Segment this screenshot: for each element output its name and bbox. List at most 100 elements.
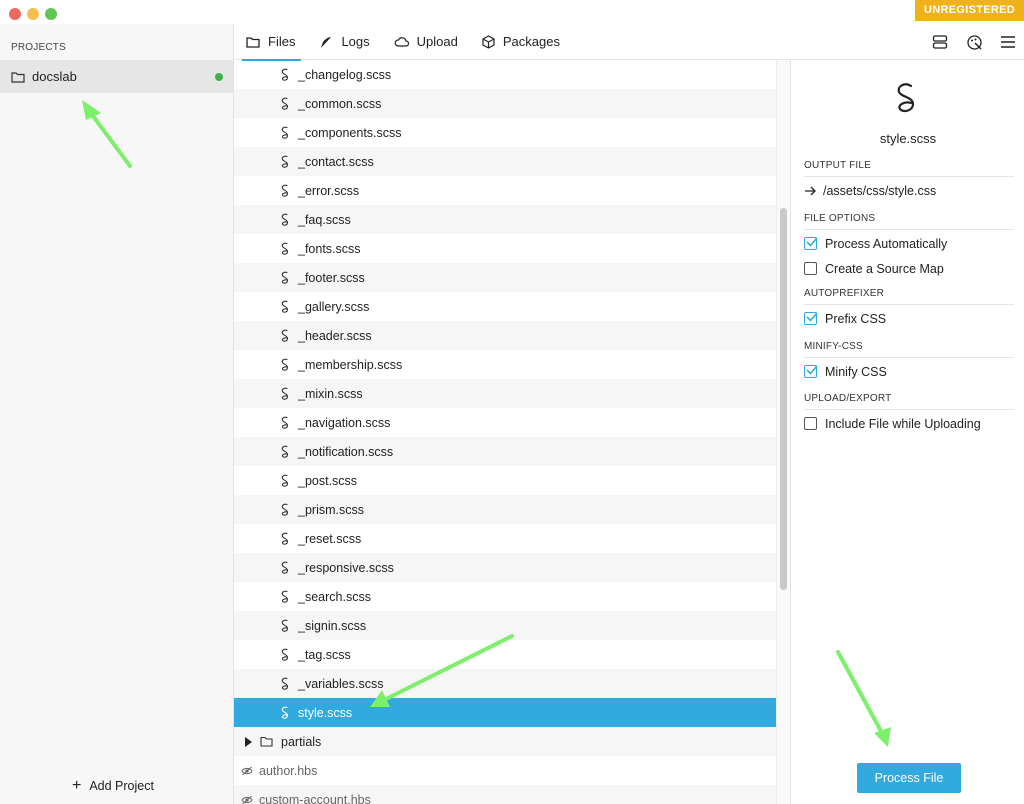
sass-file-icon [281, 648, 289, 661]
sass-file-icon [281, 706, 289, 719]
menu-icon[interactable] [998, 32, 1018, 52]
sass-file-icon [281, 416, 289, 429]
file-row[interactable]: _post.scss [234, 466, 776, 495]
minify-css-checkbox[interactable]: Minify CSS [804, 360, 1014, 383]
folder-icon [260, 736, 273, 747]
include-upload-checkbox[interactable]: Include File while Uploading [804, 412, 1014, 435]
feather-icon [321, 36, 332, 48]
file-name: _mixin.scss [298, 386, 363, 401]
file-row[interactable]: _navigation.scss [234, 408, 776, 437]
sass-file-icon [281, 445, 289, 458]
tab-upload-label: Upload [416, 34, 458, 49]
tab-logs[interactable]: Logs [307, 24, 381, 60]
close-window-button[interactable] [9, 8, 21, 20]
file-row[interactable]: _mixin.scss [234, 379, 776, 408]
file-row[interactable]: _search.scss [234, 582, 776, 611]
server-icon[interactable] [930, 32, 950, 52]
process-file-button[interactable]: Process File [857, 763, 961, 793]
add-project-label: Add Project [89, 779, 154, 793]
unregistered-badge[interactable]: UNREGISTERED [915, 0, 1024, 21]
sass-file-icon [281, 213, 289, 226]
file-row[interactable]: _tag.scss [234, 640, 776, 669]
file-name: _gallery.scss [298, 299, 370, 314]
prefix-css-checkbox[interactable]: Prefix CSS [804, 307, 1014, 330]
checkbox-checked[interactable] [804, 312, 818, 325]
file-row[interactable]: _fonts.scss [234, 234, 776, 263]
file-row[interactable]: _contact.scss [234, 147, 776, 176]
sass-file-icon [281, 387, 289, 400]
file-row[interactable]: _membership.scss [234, 350, 776, 379]
sass-file-icon [281, 590, 289, 603]
file-row[interactable]: _components.scss [234, 118, 776, 147]
file-row[interactable]: _faq.scss [234, 205, 776, 234]
file-row[interactable]: _changelog.scss [234, 60, 776, 89]
toolbar-icons [930, 24, 1018, 60]
app-window: UNREGISTERED PROJECTS docslab + Add Proj… [0, 0, 1024, 804]
eye-off-icon [241, 766, 253, 775]
folder-row-partials[interactable]: partials [234, 727, 776, 756]
file-row[interactable]: _error.scss [234, 176, 776, 205]
file-name: _error.scss [298, 183, 360, 198]
tab-logs-label: Logs [341, 34, 370, 49]
file-name: _prism.scss [298, 502, 364, 517]
source-map-checkbox[interactable]: Create a Source Map [804, 257, 1014, 280]
process-automatically-label: Process Automatically [825, 236, 948, 251]
file-list-scrollbar[interactable] [776, 60, 790, 804]
project-item-docslab[interactable]: docslab [0, 60, 233, 93]
checkbox-unchecked[interactable] [804, 417, 817, 430]
source-map-label: Create a Source Map [825, 261, 944, 276]
file-row[interactable]: _gallery.scss [234, 292, 776, 321]
file-row[interactable]: _prism.scss [234, 495, 776, 524]
file-row-selected[interactable]: style.scss [234, 698, 776, 727]
file-row[interactable]: _footer.scss [234, 263, 776, 292]
file-row[interactable]: _common.scss [234, 89, 776, 118]
output-path[interactable]: /assets/css/style.css [804, 179, 1014, 202]
tab-packages[interactable]: Packages [470, 24, 572, 60]
sass-file-icon [281, 242, 289, 255]
top-tab-bar: Files Logs Upload Packages [234, 24, 1024, 61]
file-name: _header.scss [298, 328, 372, 343]
sass-file-icon [281, 300, 289, 313]
tab-files[interactable]: Files [234, 24, 307, 61]
add-project-button[interactable]: + Add Project [72, 778, 154, 794]
folder-icon [11, 71, 25, 83]
upload-export-section: UPLOAD/EXPORT Include File while Uploadi… [804, 393, 1014, 435]
cloud-icon [394, 37, 409, 47]
minimize-window-button[interactable] [27, 8, 39, 20]
file-name: _responsive.scss [298, 560, 394, 575]
prefix-css-label: Prefix CSS [825, 311, 887, 326]
sass-file-icon [897, 83, 915, 113]
sass-file-icon [281, 503, 289, 516]
minify-css-label: Minify CSS [825, 364, 887, 379]
eye-off-icon [241, 795, 253, 804]
file-row-hidden[interactable]: author.hbs [234, 756, 776, 785]
sass-file-icon [281, 126, 289, 139]
file-row[interactable]: _signin.scss [234, 611, 776, 640]
zoom-window-button[interactable] [45, 8, 57, 20]
file-name: _membership.scss [298, 357, 403, 372]
file-row-hidden[interactable]: custom-account.hbs [234, 785, 776, 804]
file-list: _changelog.scss _common.scss _components.s… [234, 60, 776, 804]
process-automatically-checkbox[interactable]: Process Automatically [804, 232, 1014, 255]
file-row[interactable]: _notification.scss [234, 437, 776, 466]
file-row[interactable]: _responsive.scss [234, 553, 776, 582]
palette-icon[interactable] [964, 32, 984, 52]
file-row[interactable]: _reset.scss [234, 524, 776, 553]
file-name: _navigation.scss [298, 415, 391, 430]
checkbox-unchecked[interactable] [804, 262, 817, 275]
file-name: _signin.scss [298, 618, 367, 633]
file-name: style.scss [298, 705, 353, 720]
sass-file-icon [281, 474, 289, 487]
box-icon [482, 34, 495, 49]
file-name: _common.scss [298, 96, 382, 111]
file-name: _footer.scss [298, 270, 365, 285]
checkbox-checked[interactable] [804, 365, 818, 378]
caret-right-icon[interactable] [244, 736, 252, 747]
file-row[interactable]: _header.scss [234, 321, 776, 350]
tab-upload[interactable]: Upload [382, 24, 470, 60]
file-name: custom-account.hbs [259, 792, 371, 804]
file-row[interactable]: _variables.scss [234, 669, 776, 698]
file-name: _faq.scss [298, 212, 351, 227]
scrollbar-thumb[interactable] [780, 208, 787, 590]
checkbox-checked[interactable] [804, 237, 818, 250]
